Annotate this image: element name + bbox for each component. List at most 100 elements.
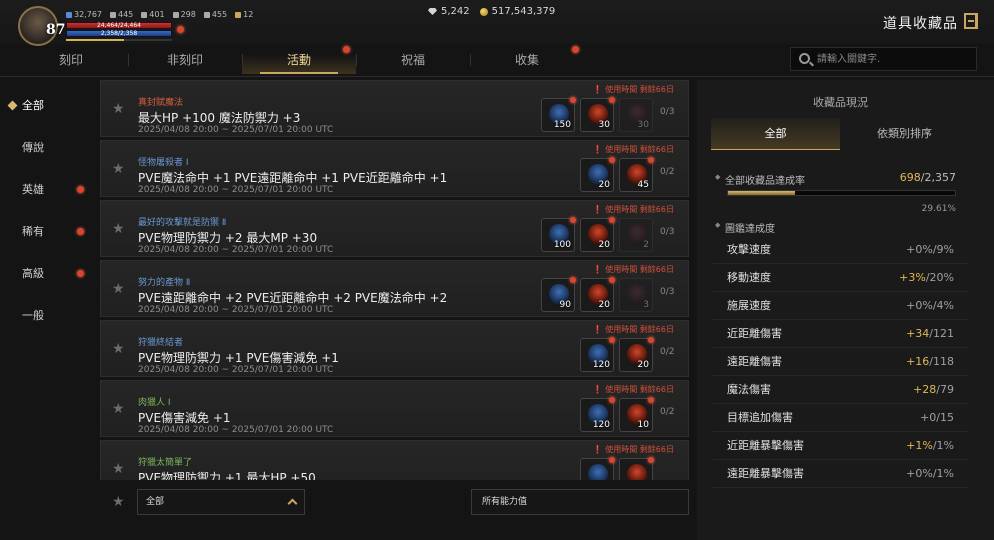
notification-dot bbox=[609, 457, 615, 463]
item-slot[interactable]: 3 bbox=[619, 278, 653, 312]
item-slot[interactable]: 20 bbox=[619, 337, 654, 372]
item-slot[interactable]: 90 bbox=[541, 277, 576, 312]
sidebar-item-label: 傳說 bbox=[22, 141, 44, 154]
stat-bonus: +0% bbox=[906, 243, 933, 256]
stat-value: +16/118 bbox=[906, 348, 954, 376]
panel-tabs: 全部 依類別排序 bbox=[711, 118, 969, 150]
player-stat: 401 bbox=[141, 10, 165, 19]
favorite-star-icon[interactable]: ★ bbox=[112, 401, 125, 417]
tab-2[interactable]: 活動 bbox=[242, 46, 356, 74]
sidebar-item-3[interactable]: 稀有 bbox=[0, 214, 92, 250]
item-slot[interactable]: 120 bbox=[580, 337, 615, 372]
sidebar-item-label: 一般 bbox=[22, 309, 44, 322]
diamond-icon bbox=[428, 8, 437, 15]
bag-icon bbox=[203, 11, 210, 18]
item-slot[interactable] bbox=[580, 457, 615, 480]
row-date: 2025/04/08 20:00 ~ 2025/07/01 20:00 UTC bbox=[138, 305, 334, 315]
exit-icon[interactable] bbox=[964, 13, 978, 29]
window-title: 道具收藏品 bbox=[883, 16, 958, 32]
tab-4[interactable]: 收集 bbox=[470, 46, 584, 74]
item-slot[interactable] bbox=[619, 457, 654, 480]
favorite-star-icon[interactable]: ★ bbox=[112, 461, 125, 477]
item-count: 20 bbox=[637, 360, 649, 370]
tab-0[interactable]: 刻印 bbox=[14, 46, 128, 74]
item-count: 20 bbox=[598, 240, 610, 250]
hp-bar: 24,464/24,464 bbox=[66, 22, 172, 29]
search-box[interactable] bbox=[790, 47, 977, 71]
collection-row[interactable]: ★ 狩獵終結者 PVE物理防禦力 +1 PVE傷害減免 +1 2025/04/08 2… bbox=[100, 320, 689, 377]
row-date: 2025/04/08 20:00 ~ 2025/07/01 20:00 UTC bbox=[138, 245, 334, 255]
item-slot[interactable]: 2 bbox=[619, 218, 653, 252]
row-date: 2025/04/08 20:00 ~ 2025/07/01 20:00 UTC bbox=[138, 425, 334, 435]
stat-bonus: +3% bbox=[899, 271, 926, 284]
sidebar-item-1[interactable]: 傳說 bbox=[0, 130, 92, 166]
item-slot[interactable]: 30 bbox=[619, 98, 653, 132]
collection-row[interactable]: ★ 肉獵人 Ⅰ PVE傷害減免 +1 2025/04/08 20:00 ~ 2025/… bbox=[100, 380, 689, 437]
collection-row[interactable]: ★ 努力的產物 Ⅱ PVE遠距離命中 +2 PVE近距離命中 +2 PVE魔法命中 … bbox=[100, 260, 689, 317]
stat-value: +3%/20% bbox=[899, 264, 954, 292]
favorite-star-icon[interactable]: ★ bbox=[112, 161, 125, 177]
mp-bar: 2,358/2,358 bbox=[66, 30, 172, 37]
stat-value: +0%/4% bbox=[906, 292, 954, 320]
favorite-star-icon[interactable]: ★ bbox=[112, 281, 125, 297]
notification-dot bbox=[77, 270, 84, 277]
stat-max: /1% bbox=[932, 467, 954, 480]
item-slot[interactable]: 120 bbox=[580, 397, 615, 432]
row-date: 2025/04/08 20:00 ~ 2025/07/01 20:00 UTC bbox=[138, 365, 334, 375]
item-slot[interactable]: 45 bbox=[619, 157, 654, 192]
tab-3[interactable]: 祝福 bbox=[356, 46, 470, 74]
grade-filter-dropdown[interactable]: 全部 bbox=[137, 489, 305, 515]
total-achievement-value: 698/2,357 bbox=[900, 171, 956, 184]
item-slot[interactable]: 150 bbox=[541, 97, 576, 132]
favorite-filter-star-icon[interactable]: ★ bbox=[112, 494, 125, 510]
player-stat: 455 bbox=[203, 10, 228, 19]
favorite-star-icon[interactable]: ★ bbox=[112, 341, 125, 357]
item-slot[interactable]: 20 bbox=[580, 157, 615, 192]
notification-dot bbox=[570, 97, 576, 103]
item-slot[interactable]: 20 bbox=[580, 217, 615, 252]
item-icon bbox=[627, 464, 647, 480]
tab-1[interactable]: 非刻印 bbox=[128, 46, 242, 74]
notification-dot bbox=[648, 457, 654, 463]
stat-name: 近距離傷害 bbox=[727, 327, 782, 340]
favorite-star-icon[interactable]: ★ bbox=[112, 101, 125, 117]
sidebar-item-4[interactable]: 高級 bbox=[0, 256, 92, 292]
ability-filter-value: 所有能力值 bbox=[482, 497, 528, 507]
favorite-star-icon[interactable]: ★ bbox=[112, 221, 125, 237]
item-slot[interactable]: 10 bbox=[619, 397, 654, 432]
item-count: 120 bbox=[592, 420, 610, 430]
stat-max: /15 bbox=[936, 411, 954, 424]
item-count: 100 bbox=[553, 240, 571, 250]
notification-dot bbox=[570, 277, 576, 283]
collection-row[interactable]: ★ 怪物屠殺者 Ⅰ PVE魔法命中 +1 PVE遠距離命中 +1 PVE近距離命中 … bbox=[100, 140, 689, 197]
item-slots: 150 30 30 bbox=[541, 97, 653, 134]
collection-row[interactable]: ★ 真封賦魔法 最大HP +100 魔法防禦力 +3 2025/04/08 20:00… bbox=[100, 80, 689, 137]
player-stat-value: 445 bbox=[118, 10, 134, 19]
sidebar-item-5[interactable]: 一般 bbox=[0, 298, 92, 334]
ability-filter-dropdown[interactable]: 所有能力值 bbox=[471, 489, 689, 515]
collection-row[interactable]: ★ 狩獵太簡單了 PVE物理防禦力 +1 最大HP +50 ❗ 使用時間 剩餘66日 bbox=[100, 440, 689, 480]
stat-max: /9% bbox=[932, 243, 954, 256]
row-time-warning: ❗ 使用時間 剩餘66日 bbox=[592, 385, 674, 394]
item-slot[interactable]: 20 bbox=[580, 277, 615, 312]
stat-row: 魔法傷害 +28/79 bbox=[713, 376, 969, 404]
item-slot[interactable]: 30 bbox=[580, 97, 615, 132]
sidebar-item-0[interactable]: 全部 bbox=[0, 88, 92, 124]
item-slot[interactable]: 100 bbox=[541, 217, 576, 252]
stat-row: 遠距離暴擊傷害 +0%/1% bbox=[713, 460, 969, 488]
total-achievement-bar bbox=[727, 190, 956, 196]
sidebar-item-2[interactable]: 英雄 bbox=[0, 172, 92, 208]
total-max: /2,357 bbox=[920, 171, 956, 184]
mp-text: 2,358/2,358 bbox=[100, 30, 138, 37]
panel-tab-1[interactable]: 依類別排序 bbox=[840, 118, 969, 150]
player-stat-value: 12 bbox=[243, 10, 254, 19]
panel-tab-0[interactable]: 全部 bbox=[711, 118, 840, 150]
diamond-currency: 5,242 bbox=[428, 6, 470, 17]
notification-dot bbox=[609, 277, 615, 283]
notification-dot bbox=[570, 217, 576, 223]
collection-row[interactable]: ★ 最好的攻擊就是防禦 Ⅱ PVE物理防禦力 +2 最大MP +30 2025/04/… bbox=[100, 200, 689, 257]
search-input[interactable] bbox=[817, 50, 972, 68]
player-stat-value: 455 bbox=[211, 10, 228, 19]
row-time-warning: ❗ 使用時間 剩餘66日 bbox=[592, 265, 674, 274]
notification-dot bbox=[609, 157, 615, 163]
